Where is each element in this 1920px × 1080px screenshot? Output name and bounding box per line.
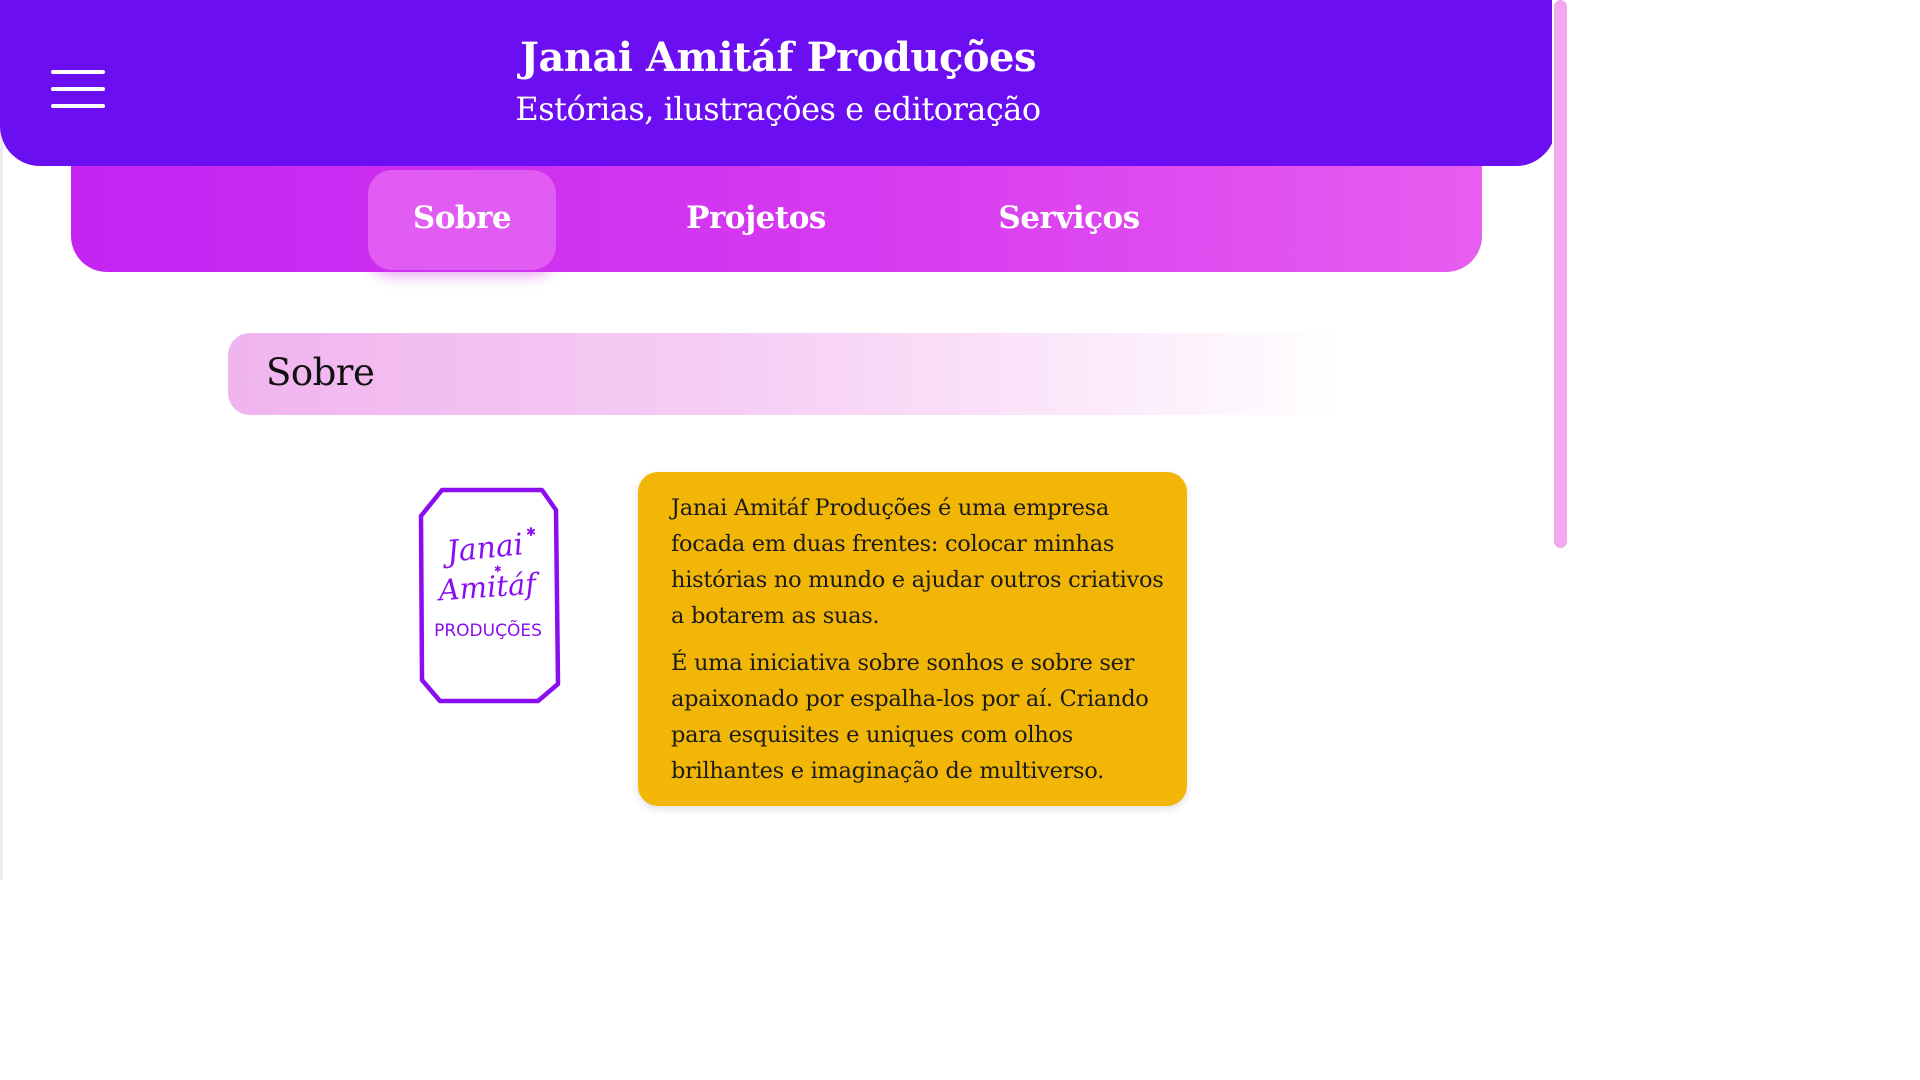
- nav-item-projetos[interactable]: Projetos: [661, 170, 851, 270]
- site-header: Janai Amitáf Produções Estórias, ilustra…: [0, 0, 1556, 166]
- about-paragraph-2: É uma iniciativa sobre sonhos e sobre se…: [671, 650, 1149, 784]
- about-card: Janai Amitáf Produções é uma empresa foc…: [638, 472, 1187, 806]
- nav-item-servicos[interactable]: Serviços: [974, 170, 1164, 270]
- about-paragraph-1: Janai Amitáf Produções é uma empresa foc…: [671, 495, 1164, 629]
- scrollbar[interactable]: [1552, 0, 1568, 880]
- logo-line-3: PRODUÇÕES: [434, 619, 542, 641]
- scrollbar-thumb[interactable]: [1554, 0, 1567, 548]
- section-title: Sobre: [266, 351, 375, 394]
- logo-line-1: Janai: [439, 527, 525, 570]
- nav-item-sobre[interactable]: Sobre: [368, 170, 556, 270]
- brand-logo: Janai Amitáf PRODUÇÕES ✱ ✱: [414, 484, 564, 706]
- logo-line-2: Amitáf: [435, 566, 543, 607]
- logo-star-icon: ✱: [526, 525, 536, 539]
- site-subtitle: Estórias, ilustrações e editoração: [515, 90, 1041, 128]
- section-banner: Sobre: [228, 333, 1338, 415]
- main-nav: Sobre Projetos Serviços: [71, 166, 1482, 272]
- page: Janai Amitáf Produções Estórias, ilustra…: [0, 0, 1568, 880]
- logo-sparkle-icon: ✱: [494, 565, 502, 575]
- site-title: Janai Amitáf Produções: [520, 34, 1036, 81]
